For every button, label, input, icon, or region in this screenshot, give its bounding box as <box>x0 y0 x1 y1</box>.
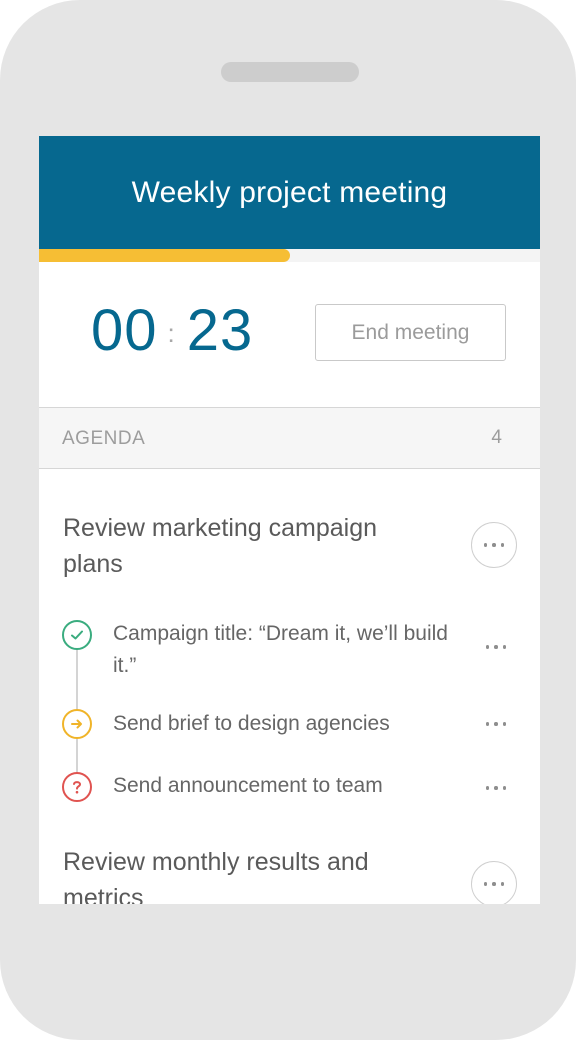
timer-seconds: 23 <box>186 298 254 363</box>
more-icon <box>483 543 505 547</box>
meeting-title: Weekly project meeting <box>131 176 448 209</box>
agenda-label: AGENDA <box>62 428 146 449</box>
end-meeting-button[interactable]: End meeting <box>315 304 506 361</box>
subitem-more-button[interactable] <box>481 639 511 655</box>
header: Weekly project meeting <box>39 136 540 249</box>
phone-frame: Weekly project meeting 00 : 23 End meeti… <box>0 0 576 1040</box>
more-icon <box>485 786 507 790</box>
subitem-text: Campaign title: “Dream it, we’ll build i… <box>113 622 448 677</box>
more-icon <box>483 882 505 886</box>
meeting-timer: 00 : 23 <box>91 301 253 361</box>
question-icon[interactable] <box>62 772 92 802</box>
agenda-count: 4 <box>491 427 502 448</box>
app-screen: Weekly project meeting 00 : 23 End meeti… <box>39 136 540 904</box>
subitem-more-button[interactable] <box>481 716 511 732</box>
phone-speaker <box>221 62 359 82</box>
meeting-progress-fill <box>39 249 290 262</box>
meeting-progress-bar <box>39 249 540 262</box>
more-icon <box>485 645 507 649</box>
agenda-item-more-button[interactable] <box>471 861 517 904</box>
arrow-right-icon[interactable] <box>62 709 92 739</box>
timer-minutes: 00 <box>91 298 158 363</box>
agenda-item-title[interactable]: Review marketing campaign plans <box>63 510 443 582</box>
subitem-text: Send brief to design agencies <box>113 712 390 735</box>
agenda-item-title[interactable]: Review monthly results and metrics <box>63 844 443 904</box>
check-icon[interactable] <box>62 620 92 650</box>
agenda-header: AGENDA 4 <box>39 407 540 469</box>
subitem-more-button[interactable] <box>481 780 511 796</box>
agenda-item-more-button[interactable] <box>471 522 517 568</box>
subitem-text: Send announcement to team <box>113 774 383 797</box>
timer-separator: : <box>167 318 175 348</box>
more-icon <box>485 722 507 726</box>
